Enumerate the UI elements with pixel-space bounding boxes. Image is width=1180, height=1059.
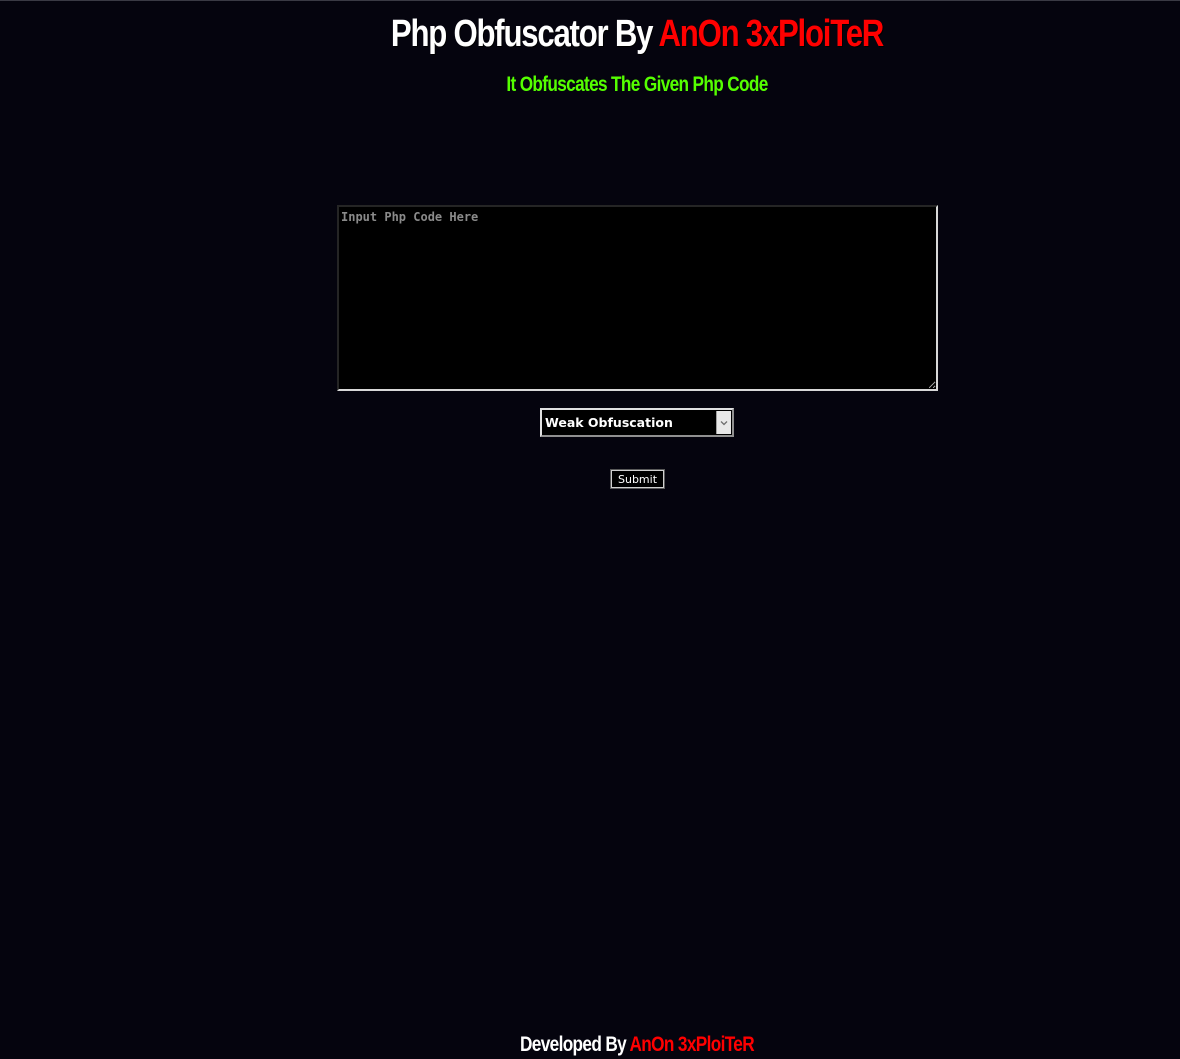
chevron-down-icon-glyph — [720, 420, 728, 425]
footer-author: AnOn 3xPloiTeR — [629, 1033, 755, 1056]
php-code-input[interactable] — [337, 205, 938, 391]
page-subtitle: It Obfuscates The Given Php Code — [506, 73, 768, 96]
footer-credit: Developed By AnOn 3xPloiTeR — [115, 1033, 1160, 1057]
page-title: Php Obfuscator By AnOn 3xPloiTeR — [115, 13, 1160, 56]
obfuscation-mode-select[interactable]: Weak Obfuscation — [540, 408, 734, 437]
submit-button[interactable]: Submit — [610, 469, 665, 489]
obfuscation-mode-selected: Weak Obfuscation — [545, 415, 673, 430]
chevron-down-icon[interactable] — [716, 411, 731, 434]
title-author: AnOn 3xPloiTeR — [658, 13, 884, 55]
title-prefix: Php Obfuscator By — [390, 13, 659, 55]
footer-prefix: Developed By — [520, 1033, 630, 1056]
